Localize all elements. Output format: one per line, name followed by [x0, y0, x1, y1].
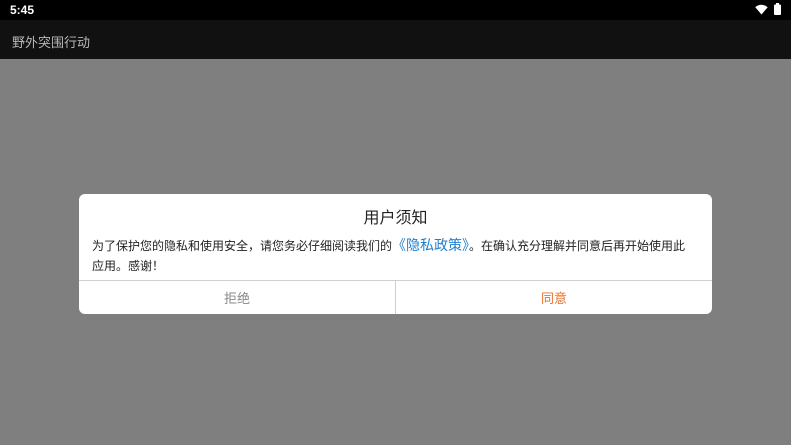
status-icons	[755, 3, 781, 15]
reject-button[interactable]: 拒绝	[79, 281, 395, 314]
app-title: 野外突围行动	[12, 36, 91, 51]
status-time: 5:45	[10, 3, 35, 17]
agree-button[interactable]: 同意	[396, 281, 712, 314]
message-text-before: 为了保护您的隐私和使用安全，请您务必仔细阅读我们的	[92, 239, 393, 253]
user-notice-dialog: 用户须知 为了保护您的隐私和使用安全，请您务必仔细阅读我们的《隐私政策》。在确认…	[79, 194, 712, 314]
dialog-title: 用户须知	[363, 208, 428, 227]
dialog-message: 为了保护您的隐私和使用安全，请您务必仔细阅读我们的《隐私政策》。在确认充分理解并…	[92, 236, 697, 276]
status-bar: 5:45	[0, 0, 791, 20]
app-bar: 野外突围行动	[0, 20, 791, 59]
battery-icon	[774, 3, 781, 15]
wifi-icon	[755, 4, 768, 15]
privacy-policy-link[interactable]: 《隐私政策》	[392, 238, 469, 254]
